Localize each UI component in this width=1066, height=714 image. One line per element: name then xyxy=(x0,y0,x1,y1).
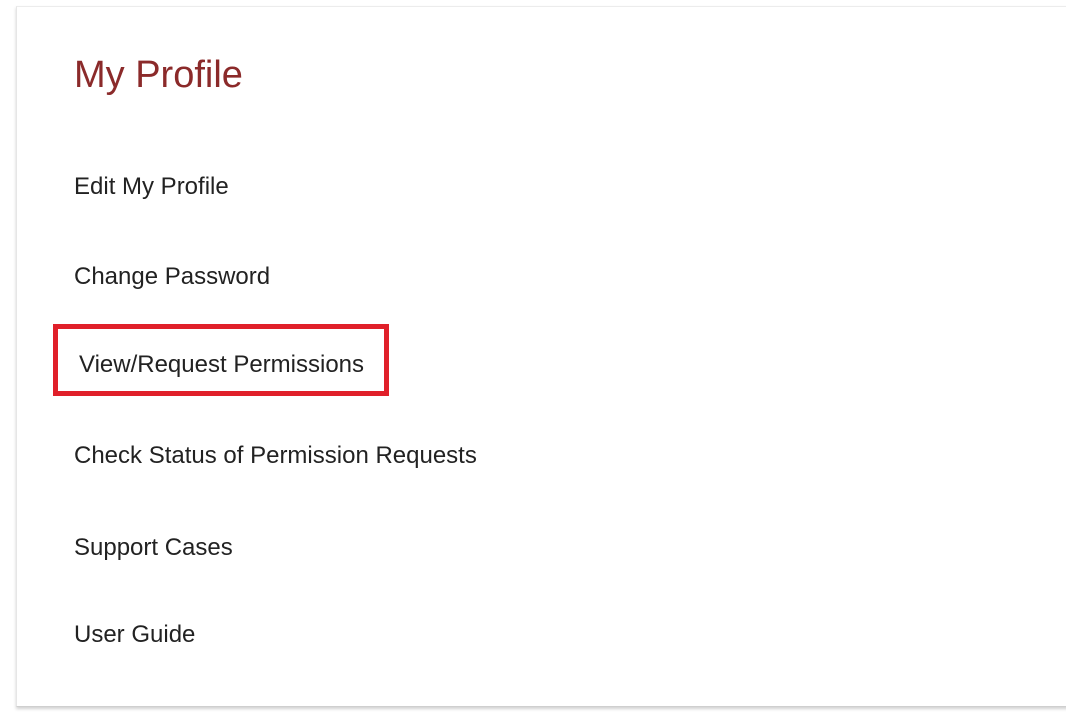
profile-card: My Profile Edit My Profile Change Passwo… xyxy=(16,6,1066,707)
menu-item-change-password[interactable]: Change Password xyxy=(74,259,270,295)
menu-item-support-cases[interactable]: Support Cases xyxy=(74,530,233,566)
page-title: My Profile xyxy=(74,54,243,96)
menu-item-view-request-permissions[interactable]: View/Request Permissions xyxy=(53,324,390,396)
menu-item-check-status-of-permission-requests[interactable]: Check Status of Permission Requests xyxy=(74,438,477,474)
menu-item-user-guide[interactable]: User Guide xyxy=(74,617,195,653)
menu-item-edit-my-profile[interactable]: Edit My Profile xyxy=(74,169,229,205)
